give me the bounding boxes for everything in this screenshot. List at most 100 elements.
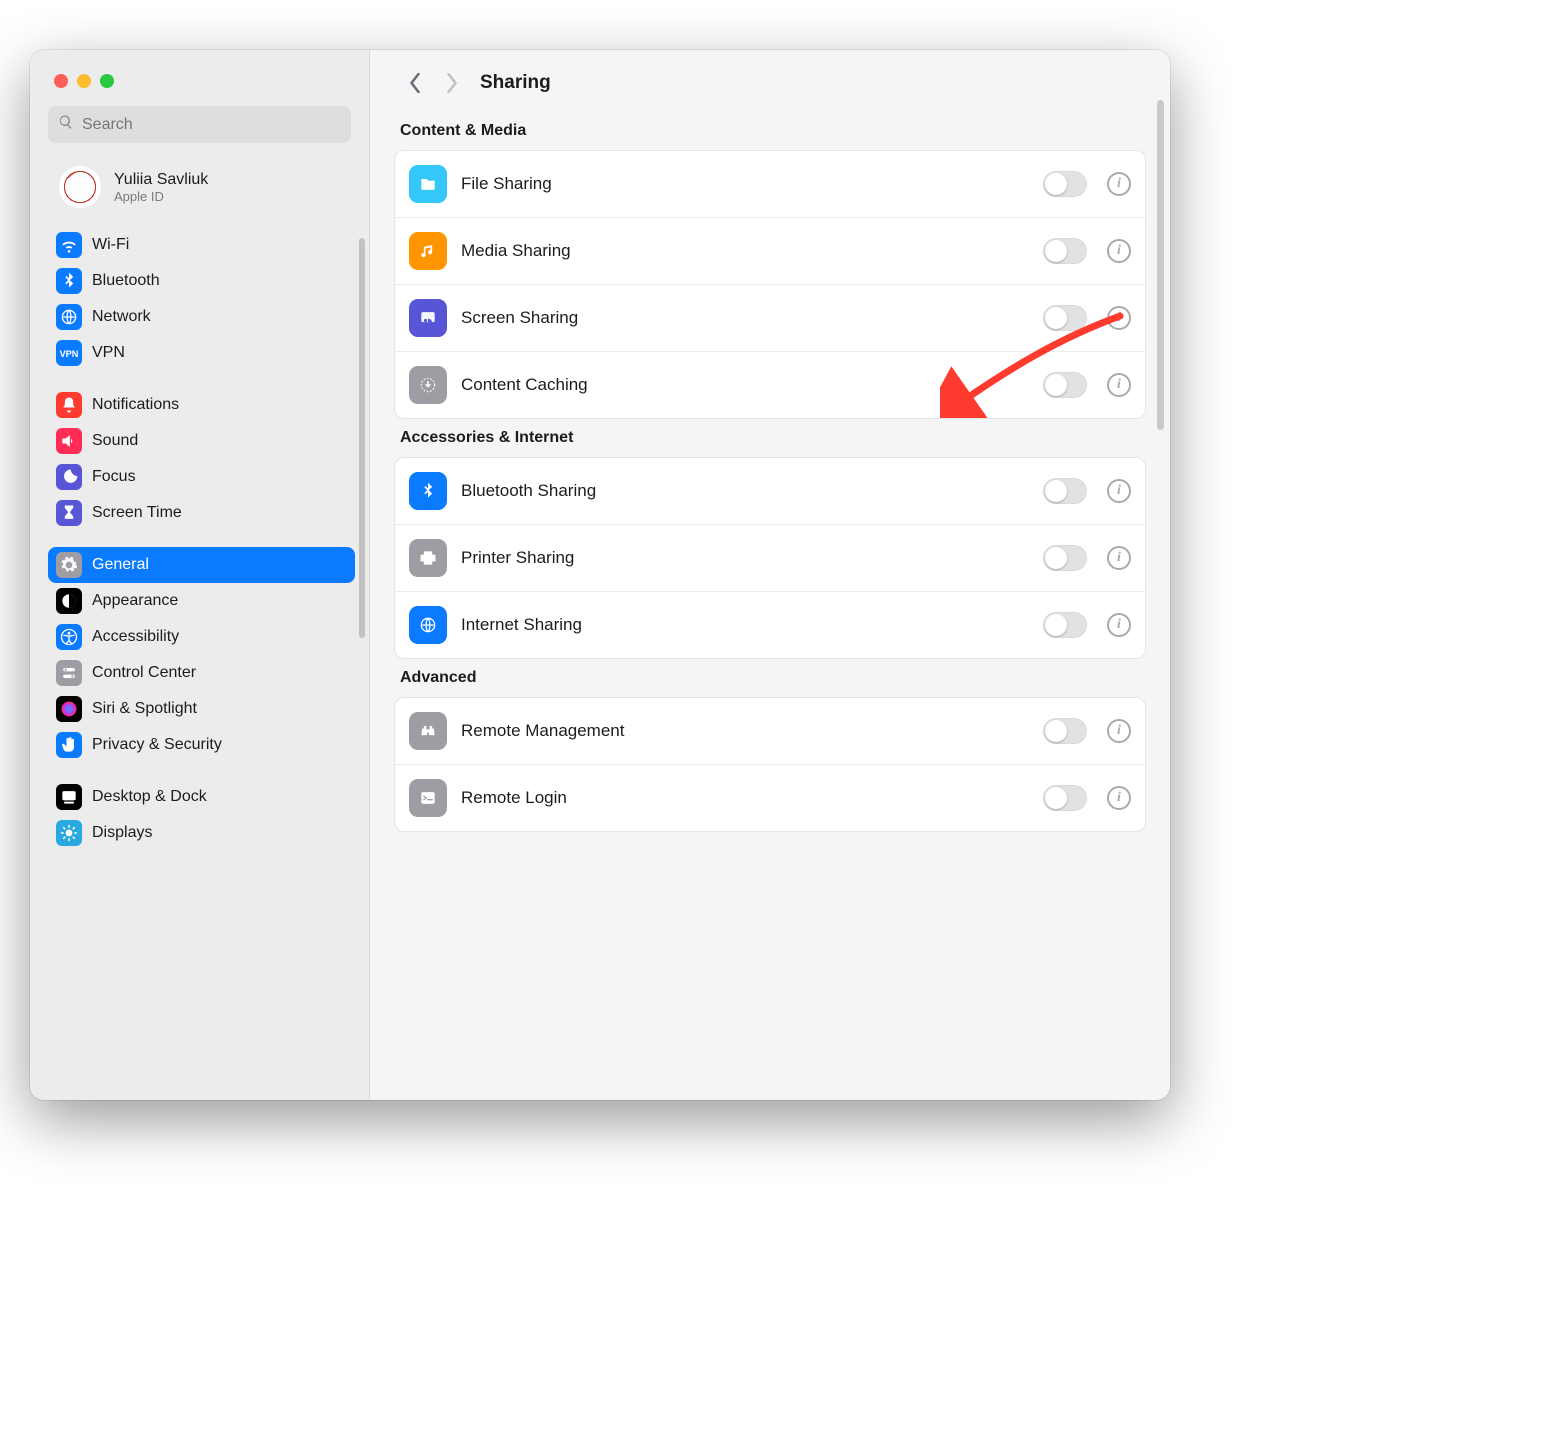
row-file-sharing[interactable]: File Sharingi <box>395 151 1145 217</box>
moon-icon <box>56 464 82 490</box>
row-label: Remote Login <box>461 788 1029 808</box>
siri-icon <box>56 696 82 722</box>
info-button-remote-login[interactable]: i <box>1107 786 1131 810</box>
toggle-internet-sharing[interactable] <box>1043 612 1087 638</box>
row-label: Internet Sharing <box>461 615 1029 635</box>
row-label: Remote Management <box>461 721 1029 741</box>
sidebar-item-displays[interactable]: Displays <box>48 815 355 851</box>
info-button-bluetooth-sharing[interactable]: i <box>1107 479 1131 503</box>
globe-icon <box>56 304 82 330</box>
toggle-bluetooth-sharing[interactable] <box>1043 478 1087 504</box>
globe-icon <box>409 606 447 644</box>
minimize-window-button[interactable] <box>77 74 91 88</box>
music-icon <box>409 232 447 270</box>
sidebar-item-label: Network <box>92 308 151 326</box>
sidebar-item-label: Sound <box>92 432 138 450</box>
sidebar-item-wi-fi[interactable]: Wi-Fi <box>48 227 355 263</box>
toggle-media-sharing[interactable] <box>1043 238 1087 264</box>
sidebar-item-label: Focus <box>92 468 136 486</box>
toggle-content-caching[interactable] <box>1043 372 1087 398</box>
sidebar-item-label: Bluetooth <box>92 272 160 290</box>
row-label: Media Sharing <box>461 241 1029 261</box>
bluetooth-icon <box>409 472 447 510</box>
sidebar-item-label: Desktop & Dock <box>92 788 207 806</box>
row-bluetooth-sharing[interactable]: Bluetooth Sharing i <box>395 458 1145 524</box>
sidebar: Yuliia Savliuk Apple ID Wi-Fi Bluetooth Ne… <box>30 50 370 1100</box>
row-remote-login[interactable]: Remote Login i <box>395 764 1145 831</box>
row-label: Screen Sharing <box>461 308 1029 328</box>
sidebar-item-bluetooth[interactable]: Bluetooth <box>48 263 355 299</box>
hourglass-icon <box>56 500 82 526</box>
sidebar-item-appearance[interactable]: Appearance <box>48 583 355 619</box>
row-internet-sharing[interactable]: Internet Sharing i <box>395 591 1145 658</box>
search-field[interactable] <box>48 106 351 143</box>
toggle-file-sharing[interactable] <box>1043 171 1087 197</box>
search-input[interactable] <box>82 116 341 134</box>
zoom-window-button[interactable] <box>100 74 114 88</box>
terminal-icon <box>409 779 447 817</box>
row-media-sharing[interactable]: Media Sharing i <box>395 217 1145 284</box>
info-button-media-sharing[interactable]: i <box>1107 239 1131 263</box>
sidebar-item-label: VPN <box>92 344 125 362</box>
section-card: File SharingiMedia SharingiScreen Sharin… <box>394 150 1146 419</box>
info-button-remote-management[interactable]: i <box>1107 719 1131 743</box>
section-title: Advanced <box>394 659 1146 697</box>
sidebar-item-label: Screen Time <box>92 504 182 522</box>
sidebar-item-privacy-security[interactable]: Privacy & Security <box>48 727 355 763</box>
sidebar-item-siri-spotlight[interactable]: Siri & Spotlight <box>48 691 355 727</box>
page-title: Sharing <box>480 72 551 94</box>
settings-window: Yuliia Savliuk Apple ID Wi-Fi Bluetooth Ne… <box>30 50 1170 1100</box>
row-content-caching[interactable]: Content Caching i <box>395 351 1145 418</box>
row-label: Printer Sharing <box>461 548 1029 568</box>
user-name: Yuliia Savliuk <box>114 171 208 189</box>
sidebar-item-screen-time[interactable]: Screen Time <box>48 495 355 531</box>
info-button-content-caching[interactable]: i <box>1107 373 1131 397</box>
toggle-remote-login[interactable] <box>1043 785 1087 811</box>
section-title: Accessories & Internet <box>394 419 1146 457</box>
toggle-remote-management[interactable] <box>1043 718 1087 744</box>
window-controls <box>30 50 369 88</box>
back-button[interactable] <box>406 74 424 92</box>
wifi-icon <box>56 232 82 258</box>
sidebar-item-accessibility[interactable]: Accessibility <box>48 619 355 655</box>
screen-icon <box>409 299 447 337</box>
binoculars-icon <box>409 712 447 750</box>
sidebar-item-focus[interactable]: Focus <box>48 459 355 495</box>
close-window-button[interactable] <box>54 74 68 88</box>
sidebar-item-notifications[interactable]: Notifications <box>48 387 355 423</box>
info-button-screen-sharing[interactable]: i <box>1107 306 1131 330</box>
printer-icon <box>409 539 447 577</box>
row-label: Bluetooth Sharing <box>461 481 1029 501</box>
sidebar-item-general[interactable]: General <box>48 547 355 583</box>
main-scrollbar[interactable] <box>1157 100 1164 430</box>
sidebar-item-label: Siri & Spotlight <box>92 700 197 718</box>
user-sub: Apple ID <box>114 189 208 204</box>
row-remote-management[interactable]: Remote Management i <box>395 698 1145 764</box>
forward-button[interactable] <box>442 74 460 92</box>
sidebar-item-control-center[interactable]: Control Center <box>48 655 355 691</box>
sidebar-item-label: Appearance <box>92 592 178 610</box>
toggle-printer-sharing[interactable] <box>1043 545 1087 571</box>
info-button-printer-sharing[interactable]: i <box>1107 546 1131 570</box>
row-printer-sharing[interactable]: Printer Sharing i <box>395 524 1145 591</box>
main-panel: Sharing Content & MediaFile SharingiMedi… <box>370 50 1170 1100</box>
sidebar-item-label: General <box>92 556 149 574</box>
sidebar-item-label: Displays <box>92 824 152 842</box>
sidebar-scrollbar[interactable] <box>359 238 365 638</box>
dock-icon <box>56 784 82 810</box>
sidebar-item-sound[interactable]: Sound <box>48 423 355 459</box>
row-screen-sharing[interactable]: Screen Sharing i <box>395 284 1145 351</box>
hand-icon <box>56 732 82 758</box>
section-title: Content & Media <box>394 112 1146 150</box>
sidebar-item-vpn[interactable]: VPN VPN <box>48 335 355 371</box>
vpn-icon: VPN <box>56 340 82 366</box>
sidebar-item-network[interactable]: Network <box>48 299 355 335</box>
sun-icon <box>56 820 82 846</box>
apple-id-row[interactable]: Yuliia Savliuk Apple ID <box>30 151 369 227</box>
info-button-internet-sharing[interactable]: i <box>1107 613 1131 637</box>
info-button-file-sharing[interactable]: i <box>1107 172 1131 196</box>
row-label: Content Caching <box>461 375 1029 395</box>
sidebar-item-label: Notifications <box>92 396 179 414</box>
toggle-screen-sharing[interactable] <box>1043 305 1087 331</box>
sidebar-item-desktop-dock[interactable]: Desktop & Dock <box>48 779 355 815</box>
